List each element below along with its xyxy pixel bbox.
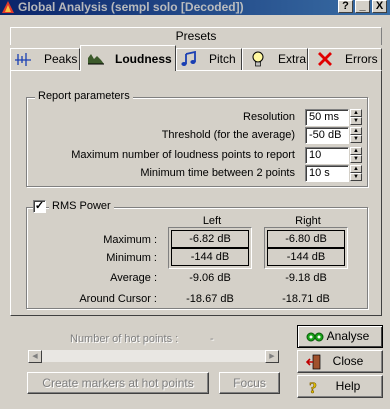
title-bar[interactable]: Global Analysis (sempl solo [Decoded]) ?… <box>0 0 390 15</box>
spin-up-icon[interactable]: ▲ <box>350 127 362 135</box>
resolution-label: Resolution <box>243 111 295 123</box>
spin-up-icon[interactable]: ▲ <box>350 165 362 173</box>
rms-power-group: ✓ RMS Power Left Right Maximum : -6.82 d… <box>26 200 368 309</box>
left-maximum-value: -6.82 dB <box>171 230 249 248</box>
tab-label: Peaks <box>44 52 78 66</box>
left-around-cursor-value: -18.67 dB <box>186 293 234 305</box>
help-label: Help <box>335 379 361 393</box>
threshold-spinner[interactable]: ▲ ▼ <box>350 127 362 144</box>
around-cursor-label: Around Cursor : <box>79 293 157 305</box>
close-label: Close <box>332 354 364 368</box>
left-minimum-value: -144 dB <box>171 248 249 266</box>
max-points-label: Maximum number of loudness points to rep… <box>71 149 295 161</box>
right-minimum-value: -144 dB <box>267 248 345 266</box>
threshold-input[interactable]: -50 dB <box>305 127 349 144</box>
scroll-left-icon[interactable]: ◀ <box>28 350 42 363</box>
right-average-value: -9.18 dB <box>285 272 327 284</box>
average-label: Average : <box>110 272 157 284</box>
rms-power-checkbox[interactable]: ✓ <box>33 200 46 213</box>
tab-extra[interactable]: Extra <box>242 48 308 70</box>
right-maximum-value: -6.80 dB <box>267 230 345 248</box>
global-analysis-window: Global Analysis (sempl solo [Decoded]) ?… <box>0 0 390 409</box>
min-time-spinner[interactable]: ▲ ▼ <box>350 165 362 182</box>
hot-points-value: - <box>210 333 214 345</box>
min-time-input[interactable]: 10 s <box>305 165 349 182</box>
threshold-label: Threshold (for the average) <box>161 129 295 141</box>
app-logo-icon <box>1 0 15 14</box>
group-title: Report parameters <box>35 90 133 102</box>
peaks-icon <box>14 51 32 67</box>
max-points-input[interactable]: 10 <box>305 147 349 164</box>
minimum-label: Minimum : <box>106 252 157 264</box>
help-title-button[interactable]: ? <box>338 0 353 13</box>
loudness-panel: Report parameters Resolution 50 ms ▲ ▼ Th… <box>10 70 382 316</box>
close-title-button[interactable]: X <box>372 0 387 13</box>
hot-points-label: Number of hot points : <box>70 333 179 345</box>
spin-down-icon[interactable]: ▼ <box>350 135 362 143</box>
tab-errors[interactable]: Errors <box>308 48 382 70</box>
tab-loudness[interactable]: Loudness <box>80 45 176 71</box>
red-x-icon <box>317 51 335 67</box>
help-button[interactable]: ? Help <box>297 375 383 398</box>
minimize-button[interactable]: _ <box>355 0 370 13</box>
music-notes-icon <box>180 50 198 67</box>
tab-label: Errors <box>345 52 378 66</box>
spin-down-icon[interactable]: ▼ <box>350 117 362 125</box>
close-button[interactable]: Close <box>297 350 383 373</box>
tab-peaks[interactable]: Peaks <box>10 48 80 70</box>
tab-label: Pitch <box>209 52 236 66</box>
spin-down-icon[interactable]: ▼ <box>350 173 362 181</box>
create-markers-button[interactable]: Create markers at hot points <box>27 372 209 394</box>
loudness-icon <box>87 50 105 66</box>
max-points-spinner[interactable]: ▲ ▼ <box>350 147 362 164</box>
analyse-button[interactable]: Analyse <box>297 325 383 348</box>
spin-down-icon[interactable]: ▼ <box>350 155 362 163</box>
spin-up-icon[interactable]: ▲ <box>350 109 362 117</box>
focus-button[interactable]: Focus <box>219 372 280 394</box>
resolution-input[interactable]: 50 ms <box>305 109 349 126</box>
tab-pitch[interactable]: Pitch <box>176 48 242 70</box>
group-title: RMS Power <box>49 200 114 212</box>
lightbulb-icon <box>251 51 269 67</box>
hot-points-scrollbar[interactable]: ◀ ▶ <box>27 349 280 363</box>
tab-label: Loudness <box>115 52 172 66</box>
scroll-right-icon[interactable]: ▶ <box>265 350 279 363</box>
left-average-value: -9.06 dB <box>189 272 231 284</box>
maximum-label: Maximum : <box>103 234 157 246</box>
spin-up-icon[interactable]: ▲ <box>350 147 362 155</box>
presets-tab[interactable]: Presets <box>10 27 382 45</box>
min-time-label: Minimum time between 2 points <box>140 167 295 179</box>
analyse-label: Analyse <box>326 329 370 343</box>
right-around-cursor-value: -18.71 dB <box>282 293 330 305</box>
window-title: Global Analysis (sempl solo [Decoded]) <box>18 0 244 14</box>
resolution-spinner[interactable]: ▲ ▼ <box>350 109 362 126</box>
right-column-header: Right <box>295 215 321 227</box>
left-column-header: Left <box>202 215 222 227</box>
tab-label: Extra <box>278 52 307 66</box>
report-parameters-group: Report parameters Resolution 50 ms ▲ ▼ Th… <box>26 90 368 187</box>
